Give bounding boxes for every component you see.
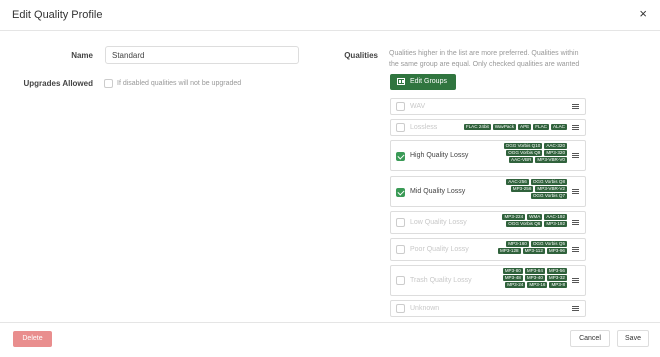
quality-tag: MP3-16 [527, 282, 548, 288]
quality-tag: APE [518, 124, 532, 130]
edit-groups-icon [397, 78, 405, 85]
quality-name-low-quality-lossy: Low Quality Lossy [410, 219, 467, 226]
delete-button[interactable]: Delete [13, 331, 52, 347]
quality-tags-low-quality-lossy: MP3-224 WMA AAC-192 OGG Vorbis Q6 MP3-19… [493, 214, 567, 227]
quality-tags-poor-quality-lossy: MP3-160 OGG Vorbis Q5 MP3-128 MP3-112 MP… [487, 241, 567, 254]
quality-tag: MP3-128 [497, 248, 521, 254]
drag-handle-icon[interactable] [572, 189, 579, 194]
drag-handle-icon[interactable] [572, 153, 579, 158]
quality-tag: OGG Vorbis Q6 [506, 221, 543, 227]
quality-tags-trash-quality-lossy: MP3-80 MP3-64 MP3-56 MP3-48 MP3-40 MP3-3… [487, 268, 567, 288]
quality-tag: OGG Vorbis Q9 [506, 150, 543, 156]
name-input[interactable] [105, 46, 299, 64]
quality-row-unknown[interactable]: Unknown [390, 300, 586, 317]
quality-name-trash-quality-lossy: Trash Quality Lossy [410, 277, 472, 284]
drag-handle-icon[interactable] [572, 104, 579, 109]
quality-tag: WavPack [492, 124, 517, 130]
quality-name-high-quality-lossy: High Quality Lossy [410, 152, 469, 159]
quality-tag: MP3-320 [544, 150, 567, 156]
quality-tag: MP3-224 [502, 214, 526, 220]
quality-tag: FLAC 24bit [463, 124, 491, 130]
modal-header: Edit Quality Profile × [0, 0, 660, 31]
quality-tag: WMA [527, 214, 543, 220]
quality-tag: AAC-192 [544, 214, 567, 220]
quality-name-mid-quality-lossy: Mid Quality Lossy [410, 188, 466, 195]
quality-row-wav[interactable]: WAV [390, 98, 586, 115]
qualities-help-line-2: the same group are equal. Only checked q… [389, 61, 580, 68]
edit-groups-label: Edit Groups [410, 78, 447, 85]
quality-row-mid-quality-lossy[interactable]: Mid Quality Lossy AAC-256 OGG Vorbis Q8 … [390, 176, 586, 207]
modal-footer [0, 322, 660, 357]
quality-tag: FLAC [533, 124, 549, 130]
upgrades-help-text: If disabled qualities will not be upgrad… [117, 80, 242, 87]
quality-tag: MP3-48 [502, 275, 523, 281]
quality-tag: MP3-80 [502, 268, 523, 274]
cancel-button[interactable]: Cancel [570, 330, 610, 347]
name-label: Name [71, 51, 93, 60]
close-icon[interactable]: × [639, 6, 647, 21]
quality-tags-lossless: FLAC 24bit WavPack APE FLAC ALAC [447, 124, 567, 130]
quality-tag: AAC-256 [506, 179, 529, 185]
qualities-help-line-1: Qualities higher in the list are more pr… [389, 50, 579, 57]
drag-handle-icon[interactable] [572, 306, 579, 311]
quality-tag: MP3-8 [549, 282, 567, 288]
quality-name-unknown: Unknown [410, 305, 440, 312]
quality-name-poor-quality-lossy: Poor Quality Lossy [410, 246, 469, 253]
save-button[interactable]: Save [617, 330, 649, 347]
upgrades-allowed-checkbox[interactable] [104, 79, 113, 88]
quality-tag: MP3-112 [522, 248, 545, 254]
quality-tag: OGG Vorbis Q10 [503, 143, 543, 149]
quality-tag: MP3-40 [524, 275, 545, 281]
quality-row-trash-quality-lossy[interactable]: Trash Quality Lossy MP3-80 MP3-64 MP3-56… [390, 265, 586, 296]
quality-tag: OGG Vorbis Q8 [530, 179, 567, 185]
quality-tag: ALAC [550, 124, 567, 130]
quality-tag: OGG Vorbis Q7 [530, 193, 567, 199]
quality-tag: MP3-VBR-V2 [535, 186, 567, 192]
quality-tag: MP3-VBR-V0 [535, 157, 567, 163]
quality-tag: AAC-320 [544, 143, 567, 149]
quality-checkbox-lossless[interactable] [396, 123, 405, 132]
upgrades-allowed-label: Upgrades Allowed [23, 79, 94, 88]
edit-groups-button[interactable]: Edit Groups [390, 74, 456, 90]
quality-tag: MP3-64 [524, 268, 545, 274]
quality-checkbox-low-quality-lossy[interactable] [396, 218, 405, 227]
quality-checkbox-wav[interactable] [396, 102, 405, 111]
drag-handle-icon[interactable] [572, 278, 579, 283]
drag-handle-icon[interactable] [572, 220, 579, 225]
quality-checkbox-poor-quality-lossy[interactable] [396, 245, 405, 254]
quality-tag: MP3-32 [546, 275, 567, 281]
quality-tag: MP3-56 [546, 268, 567, 274]
quality-tag: MP3-256 [510, 186, 534, 192]
quality-checkbox-unknown[interactable] [396, 304, 405, 313]
quality-tag: MP3-24 [505, 282, 526, 288]
quality-row-lossless[interactable]: Lossless FLAC 24bit WavPack APE FLAC ALA… [390, 119, 586, 136]
quality-checkbox-trash-quality-lossy[interactable] [396, 276, 405, 285]
quality-row-low-quality-lossy[interactable]: Low Quality Lossy MP3-224 WMA AAC-192 OG… [390, 211, 586, 234]
quality-name-wav: WAV [410, 103, 426, 110]
modal-title: Edit Quality Profile [12, 9, 103, 21]
quality-tags-high-quality-lossy: OGG Vorbis Q10 AAC-320 OGG Vorbis Q9 MP3… [487, 143, 567, 163]
quality-checkbox-mid-quality-lossy[interactable] [396, 188, 405, 197]
quality-tag: MP3-96 [546, 248, 567, 254]
quality-tags-mid-quality-lossy: AAC-256 OGG Vorbis Q8 MP3-256 MP3-VBR-V2… [487, 179, 567, 199]
quality-name-lossless: Lossless [410, 124, 438, 131]
quality-row-high-quality-lossy[interactable]: High Quality Lossy OGG Vorbis Q10 AAC-32… [390, 140, 586, 171]
drag-handle-icon[interactable] [572, 247, 579, 252]
quality-tag: MP3-160 [506, 241, 529, 247]
qualities-label: Qualities [344, 51, 378, 60]
quality-row-poor-quality-lossy[interactable]: Poor Quality Lossy MP3-160 OGG Vorbis Q5… [390, 238, 586, 261]
quality-tag: AAC-VBR [509, 157, 534, 163]
quality-checkbox-high-quality-lossy[interactable] [396, 152, 405, 161]
quality-tag: MP3-192 [544, 221, 567, 227]
drag-handle-icon[interactable] [572, 125, 579, 130]
quality-tag: OGG Vorbis Q5 [530, 241, 567, 247]
